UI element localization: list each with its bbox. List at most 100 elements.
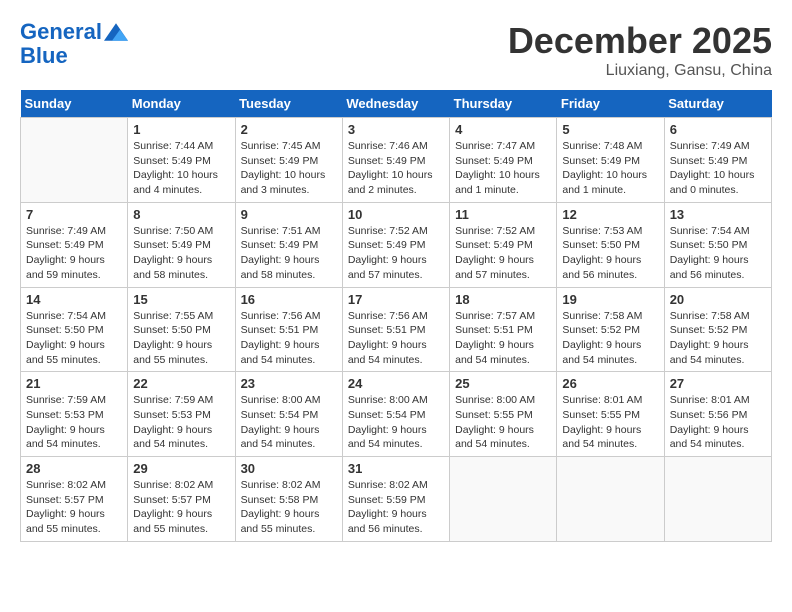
day-number: 27: [670, 376, 766, 391]
day-number: 25: [455, 376, 551, 391]
location-title: Liuxiang, Gansu, China: [508, 62, 772, 80]
day-number: 20: [670, 292, 766, 307]
day-number: 29: [133, 461, 229, 476]
day-number: 17: [348, 292, 444, 307]
calendar-cell: 8 Sunrise: 7:50 AMSunset: 5:49 PMDaylight…: [128, 202, 235, 287]
day-header-thursday: Thursday: [450, 90, 557, 118]
cell-sun-info: Sunrise: 7:52 AMSunset: 5:49 PMDaylight:…: [348, 224, 444, 283]
cell-sun-info: Sunrise: 7:56 AMSunset: 5:51 PMDaylight:…: [241, 309, 337, 368]
cell-sun-info: Sunrise: 7:52 AMSunset: 5:49 PMDaylight:…: [455, 224, 551, 283]
cell-sun-info: Sunrise: 8:01 AMSunset: 5:56 PMDaylight:…: [670, 393, 766, 452]
cell-sun-info: Sunrise: 7:57 AMSunset: 5:51 PMDaylight:…: [455, 309, 551, 368]
day-number: 18: [455, 292, 551, 307]
calendar-cell: 22 Sunrise: 7:59 AMSunset: 5:53 PMDayligh…: [128, 372, 235, 457]
cell-sun-info: Sunrise: 7:47 AMSunset: 5:49 PMDaylight:…: [455, 139, 551, 198]
logo-text: General: [20, 20, 102, 44]
calendar-cell: [557, 457, 664, 542]
calendar-week-5: 28 Sunrise: 8:02 AMSunset: 5:57 PMDayligh…: [21, 457, 772, 542]
day-number: 3: [348, 122, 444, 137]
calendar-cell: 4Sunrise: 7:47 AMSunset: 5:49 PMDaylight…: [450, 118, 557, 203]
day-number: 10: [348, 207, 444, 222]
calendar-cell: 2 Sunrise: 7:45 AMSunset: 5:49 PMDaylight…: [235, 118, 342, 203]
cell-sun-info: Sunrise: 7:54 AMSunset: 5:50 PMDaylight:…: [26, 309, 122, 368]
calendar-cell: 31Sunrise: 8:02 AMSunset: 5:59 PMDayligh…: [342, 457, 449, 542]
cell-sun-info: Sunrise: 8:00 AMSunset: 5:54 PMDaylight:…: [241, 393, 337, 452]
calendar-cell: 1 Sunrise: 7:44 AMSunset: 5:49 PMDaylight…: [128, 118, 235, 203]
cell-sun-info: Sunrise: 7:53 AMSunset: 5:50 PMDaylight:…: [562, 224, 658, 283]
day-number: 31: [348, 461, 444, 476]
calendar-cell: [450, 457, 557, 542]
calendar-cell: 9 Sunrise: 7:51 AMSunset: 5:49 PMDaylight…: [235, 202, 342, 287]
day-number: 15: [133, 292, 229, 307]
cell-sun-info: Sunrise: 8:02 AMSunset: 5:58 PMDaylight:…: [241, 478, 337, 537]
calendar-cell: 5 Sunrise: 7:48 AMSunset: 5:49 PMDaylight…: [557, 118, 664, 203]
day-number: 13: [670, 207, 766, 222]
logo-icon: [104, 22, 128, 42]
day-header-sunday: Sunday: [21, 90, 128, 118]
calendar-cell: 18 Sunrise: 7:57 AMSunset: 5:51 PMDayligh…: [450, 287, 557, 372]
calendar-cell: 21Sunrise: 7:59 AMSunset: 5:53 PMDayligh…: [21, 372, 128, 457]
cell-sun-info: Sunrise: 8:00 AMSunset: 5:55 PMDaylight:…: [455, 393, 551, 452]
cell-sun-info: Sunrise: 7:50 AMSunset: 5:49 PMDaylight:…: [133, 224, 229, 283]
day-number: 2: [241, 122, 337, 137]
day-number: 12: [562, 207, 658, 222]
calendar-cell: 26Sunrise: 8:01 AMSunset: 5:55 PMDayligh…: [557, 372, 664, 457]
day-header-tuesday: Tuesday: [235, 90, 342, 118]
calendar-cell: 17 Sunrise: 7:56 AMSunset: 5:51 PMDayligh…: [342, 287, 449, 372]
month-title: December 2025: [508, 20, 772, 62]
cell-sun-info: Sunrise: 8:00 AMSunset: 5:54 PMDaylight:…: [348, 393, 444, 452]
cell-sun-info: Sunrise: 8:02 AMSunset: 5:57 PMDaylight:…: [26, 478, 122, 537]
calendar-week-3: 14 Sunrise: 7:54 AMSunset: 5:50 PMDayligh…: [21, 287, 772, 372]
day-number: 30: [241, 461, 337, 476]
calendar-header-row: SundayMondayTuesdayWednesdayThursdayFrid…: [21, 90, 772, 118]
cell-sun-info: Sunrise: 8:02 AMSunset: 5:57 PMDaylight:…: [133, 478, 229, 537]
calendar-week-2: 7Sunrise: 7:49 AMSunset: 5:49 PMDaylight…: [21, 202, 772, 287]
calendar-table: SundayMondayTuesdayWednesdayThursdayFrid…: [20, 90, 772, 542]
cell-sun-info: Sunrise: 7:54 AMSunset: 5:50 PMDaylight:…: [670, 224, 766, 283]
day-number: 7: [26, 207, 122, 222]
calendar-cell: 10 Sunrise: 7:52 AMSunset: 5:49 PMDayligh…: [342, 202, 449, 287]
cell-sun-info: Sunrise: 7:49 AMSunset: 5:49 PMDaylight:…: [670, 139, 766, 198]
calendar-cell: 19 Sunrise: 7:58 AMSunset: 5:52 PMDayligh…: [557, 287, 664, 372]
calendar-cell: [664, 457, 771, 542]
cell-sun-info: Sunrise: 7:59 AMSunset: 5:53 PMDaylight:…: [26, 393, 122, 452]
cell-sun-info: Sunrise: 7:45 AMSunset: 5:49 PMDaylight:…: [241, 139, 337, 198]
day-number: 26: [562, 376, 658, 391]
calendar-cell: 6 Sunrise: 7:49 AMSunset: 5:49 PMDaylight…: [664, 118, 771, 203]
calendar-cell: 29 Sunrise: 8:02 AMSunset: 5:57 PMDayligh…: [128, 457, 235, 542]
calendar-cell: 30 Sunrise: 8:02 AMSunset: 5:58 PMDayligh…: [235, 457, 342, 542]
calendar-week-1: 1 Sunrise: 7:44 AMSunset: 5:49 PMDaylight…: [21, 118, 772, 203]
day-number: 19: [562, 292, 658, 307]
day-header-wednesday: Wednesday: [342, 90, 449, 118]
day-number: 22: [133, 376, 229, 391]
day-number: 11: [455, 207, 551, 222]
calendar-cell: 12 Sunrise: 7:53 AMSunset: 5:50 PMDayligh…: [557, 202, 664, 287]
calendar-cell: 27 Sunrise: 8:01 AMSunset: 5:56 PMDayligh…: [664, 372, 771, 457]
day-number: 9: [241, 207, 337, 222]
day-number: 1: [133, 122, 229, 137]
cell-sun-info: Sunrise: 7:51 AMSunset: 5:49 PMDaylight:…: [241, 224, 337, 283]
day-number: 23: [241, 376, 337, 391]
cell-sun-info: Sunrise: 7:46 AMSunset: 5:49 PMDaylight:…: [348, 139, 444, 198]
day-number: 24: [348, 376, 444, 391]
calendar-cell: 15Sunrise: 7:55 AMSunset: 5:50 PMDayligh…: [128, 287, 235, 372]
day-number: 6: [670, 122, 766, 137]
calendar-cell: 20Sunrise: 7:58 AMSunset: 5:52 PMDayligh…: [664, 287, 771, 372]
day-number: 8: [133, 207, 229, 222]
day-number: 28: [26, 461, 122, 476]
calendar-cell: 23 Sunrise: 8:00 AMSunset: 5:54 PMDayligh…: [235, 372, 342, 457]
calendar-cell: [21, 118, 128, 203]
cell-sun-info: Sunrise: 7:48 AMSunset: 5:49 PMDaylight:…: [562, 139, 658, 198]
cell-sun-info: Sunrise: 7:56 AMSunset: 5:51 PMDaylight:…: [348, 309, 444, 368]
day-header-friday: Friday: [557, 90, 664, 118]
calendar-cell: 3 Sunrise: 7:46 AMSunset: 5:49 PMDaylight…: [342, 118, 449, 203]
page-header: General Blue December 2025 Liuxiang, Gan…: [20, 20, 772, 80]
day-number: 14: [26, 292, 122, 307]
cell-sun-info: Sunrise: 7:59 AMSunset: 5:53 PMDaylight:…: [133, 393, 229, 452]
calendar-week-4: 21Sunrise: 7:59 AMSunset: 5:53 PMDayligh…: [21, 372, 772, 457]
cell-sun-info: Sunrise: 7:58 AMSunset: 5:52 PMDaylight:…: [562, 309, 658, 368]
day-number: 16: [241, 292, 337, 307]
calendar-cell: 14 Sunrise: 7:54 AMSunset: 5:50 PMDayligh…: [21, 287, 128, 372]
day-number: 5: [562, 122, 658, 137]
cell-sun-info: Sunrise: 7:44 AMSunset: 5:49 PMDaylight:…: [133, 139, 229, 198]
